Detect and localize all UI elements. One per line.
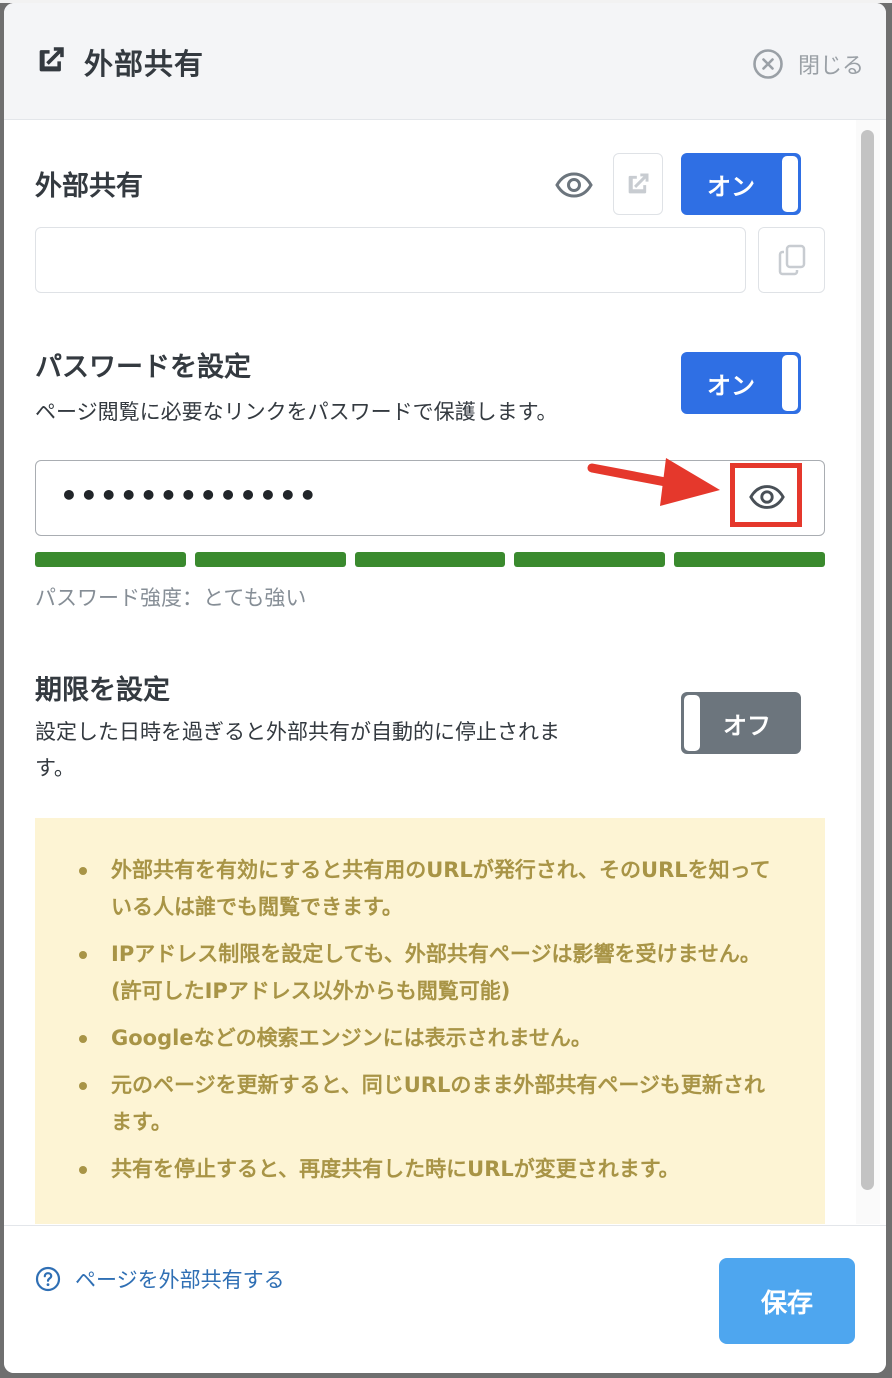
- help-link-label: ページを外部共有する: [75, 1268, 285, 1292]
- close-circle-icon: [753, 49, 783, 79]
- close-button[interactable]: 閉じる: [752, 47, 864, 81]
- toggle-knob: [782, 156, 798, 212]
- password-section-title: パスワードを設定: [35, 352, 251, 383]
- copy-icon: [778, 244, 805, 276]
- share-url-field[interactable]: [35, 227, 746, 293]
- strength-segment: [35, 552, 186, 567]
- notice-item: 外部共有を有効にすると共有用のURLが発行され、そのURLを知っている人は誰でも…: [79, 852, 785, 926]
- annotation-arrow: [587, 458, 720, 506]
- notice-item: 共有を停止すると、再度共有した時にURLが変更されます。: [79, 1151, 785, 1188]
- strength-segment: [354, 552, 506, 567]
- save-button[interactable]: 保存: [719, 1258, 855, 1344]
- dialog-body[interactable]: 外部共有 オン パスワードを設定 ページ閲覧に必要なリンクをパスワードで保護しま…: [4, 120, 886, 1224]
- expiry-toggle-label: オフ: [723, 711, 771, 740]
- share-toggle[interactable]: オン: [681, 153, 801, 215]
- strength-segment: [514, 552, 666, 567]
- password-toggle-label: オン: [707, 371, 755, 400]
- dialog-header: 外部共有 閉じる: [4, 3, 886, 120]
- toggle-knob: [684, 695, 700, 751]
- share-section-title: 外部共有: [35, 171, 143, 202]
- strength-segment: [674, 552, 825, 567]
- share-toggle-label: オン: [707, 172, 755, 201]
- close-label: 閉じる: [797, 54, 864, 79]
- toggle-knob: [782, 355, 798, 411]
- notice-item: IPアドレス制限を設定しても、外部共有ページは影響を受けません。(許可したIPア…: [79, 936, 785, 1010]
- scrollbar-thumb[interactable]: [861, 130, 874, 1190]
- notice-item: 元のページを更新すると、同じURLのまま外部共有ページも更新されます。: [79, 1067, 785, 1141]
- password-strength-meter: [35, 552, 825, 567]
- dialog-footer: ページを外部共有する 保存: [4, 1225, 886, 1373]
- show-password-eye-icon[interactable]: [748, 478, 786, 516]
- password-masked-value: •••••••••••••: [60, 479, 319, 512]
- notice-box: 外部共有を有効にすると共有用のURLが発行され、そのURLを知っている人は誰でも…: [35, 818, 825, 1224]
- expiry-toggle[interactable]: オフ: [681, 692, 801, 754]
- password-strength-label: パスワード強度：とても強い: [35, 586, 307, 610]
- password-toggle[interactable]: オン: [681, 352, 801, 414]
- expiry-description-line2: す。: [35, 756, 75, 780]
- external-link-icon: [628, 173, 649, 194]
- external-link-icon: [39, 47, 64, 72]
- expiry-description-line1: 設定した日時を過ぎると外部共有が自動的に停止されま: [35, 720, 560, 744]
- eye-icon[interactable]: [554, 165, 594, 205]
- help-link[interactable]: ページを外部共有する: [35, 1264, 285, 1294]
- notice-list: 外部共有を有効にすると共有用のURLが発行され、そのURLを知っている人は誰でも…: [35, 818, 825, 1188]
- notice-item: Googleなどの検索エンジンには表示されません。: [79, 1020, 785, 1057]
- password-description: ページ閲覧に必要なリンクをパスワードで保護します。: [35, 400, 558, 424]
- dialog-title: 外部共有: [84, 47, 205, 81]
- external-share-dialog: 外部共有 閉じる 外部共有 オン パスワードを設定 ページ閲覧に必要なリンクをパ…: [4, 3, 886, 1373]
- copy-url-button[interactable]: [758, 227, 825, 293]
- expiry-section-title: 期限を設定: [35, 675, 170, 706]
- open-external-link-button[interactable]: [613, 153, 663, 215]
- question-circle-icon: [35, 1266, 61, 1292]
- strength-segment: [194, 552, 346, 567]
